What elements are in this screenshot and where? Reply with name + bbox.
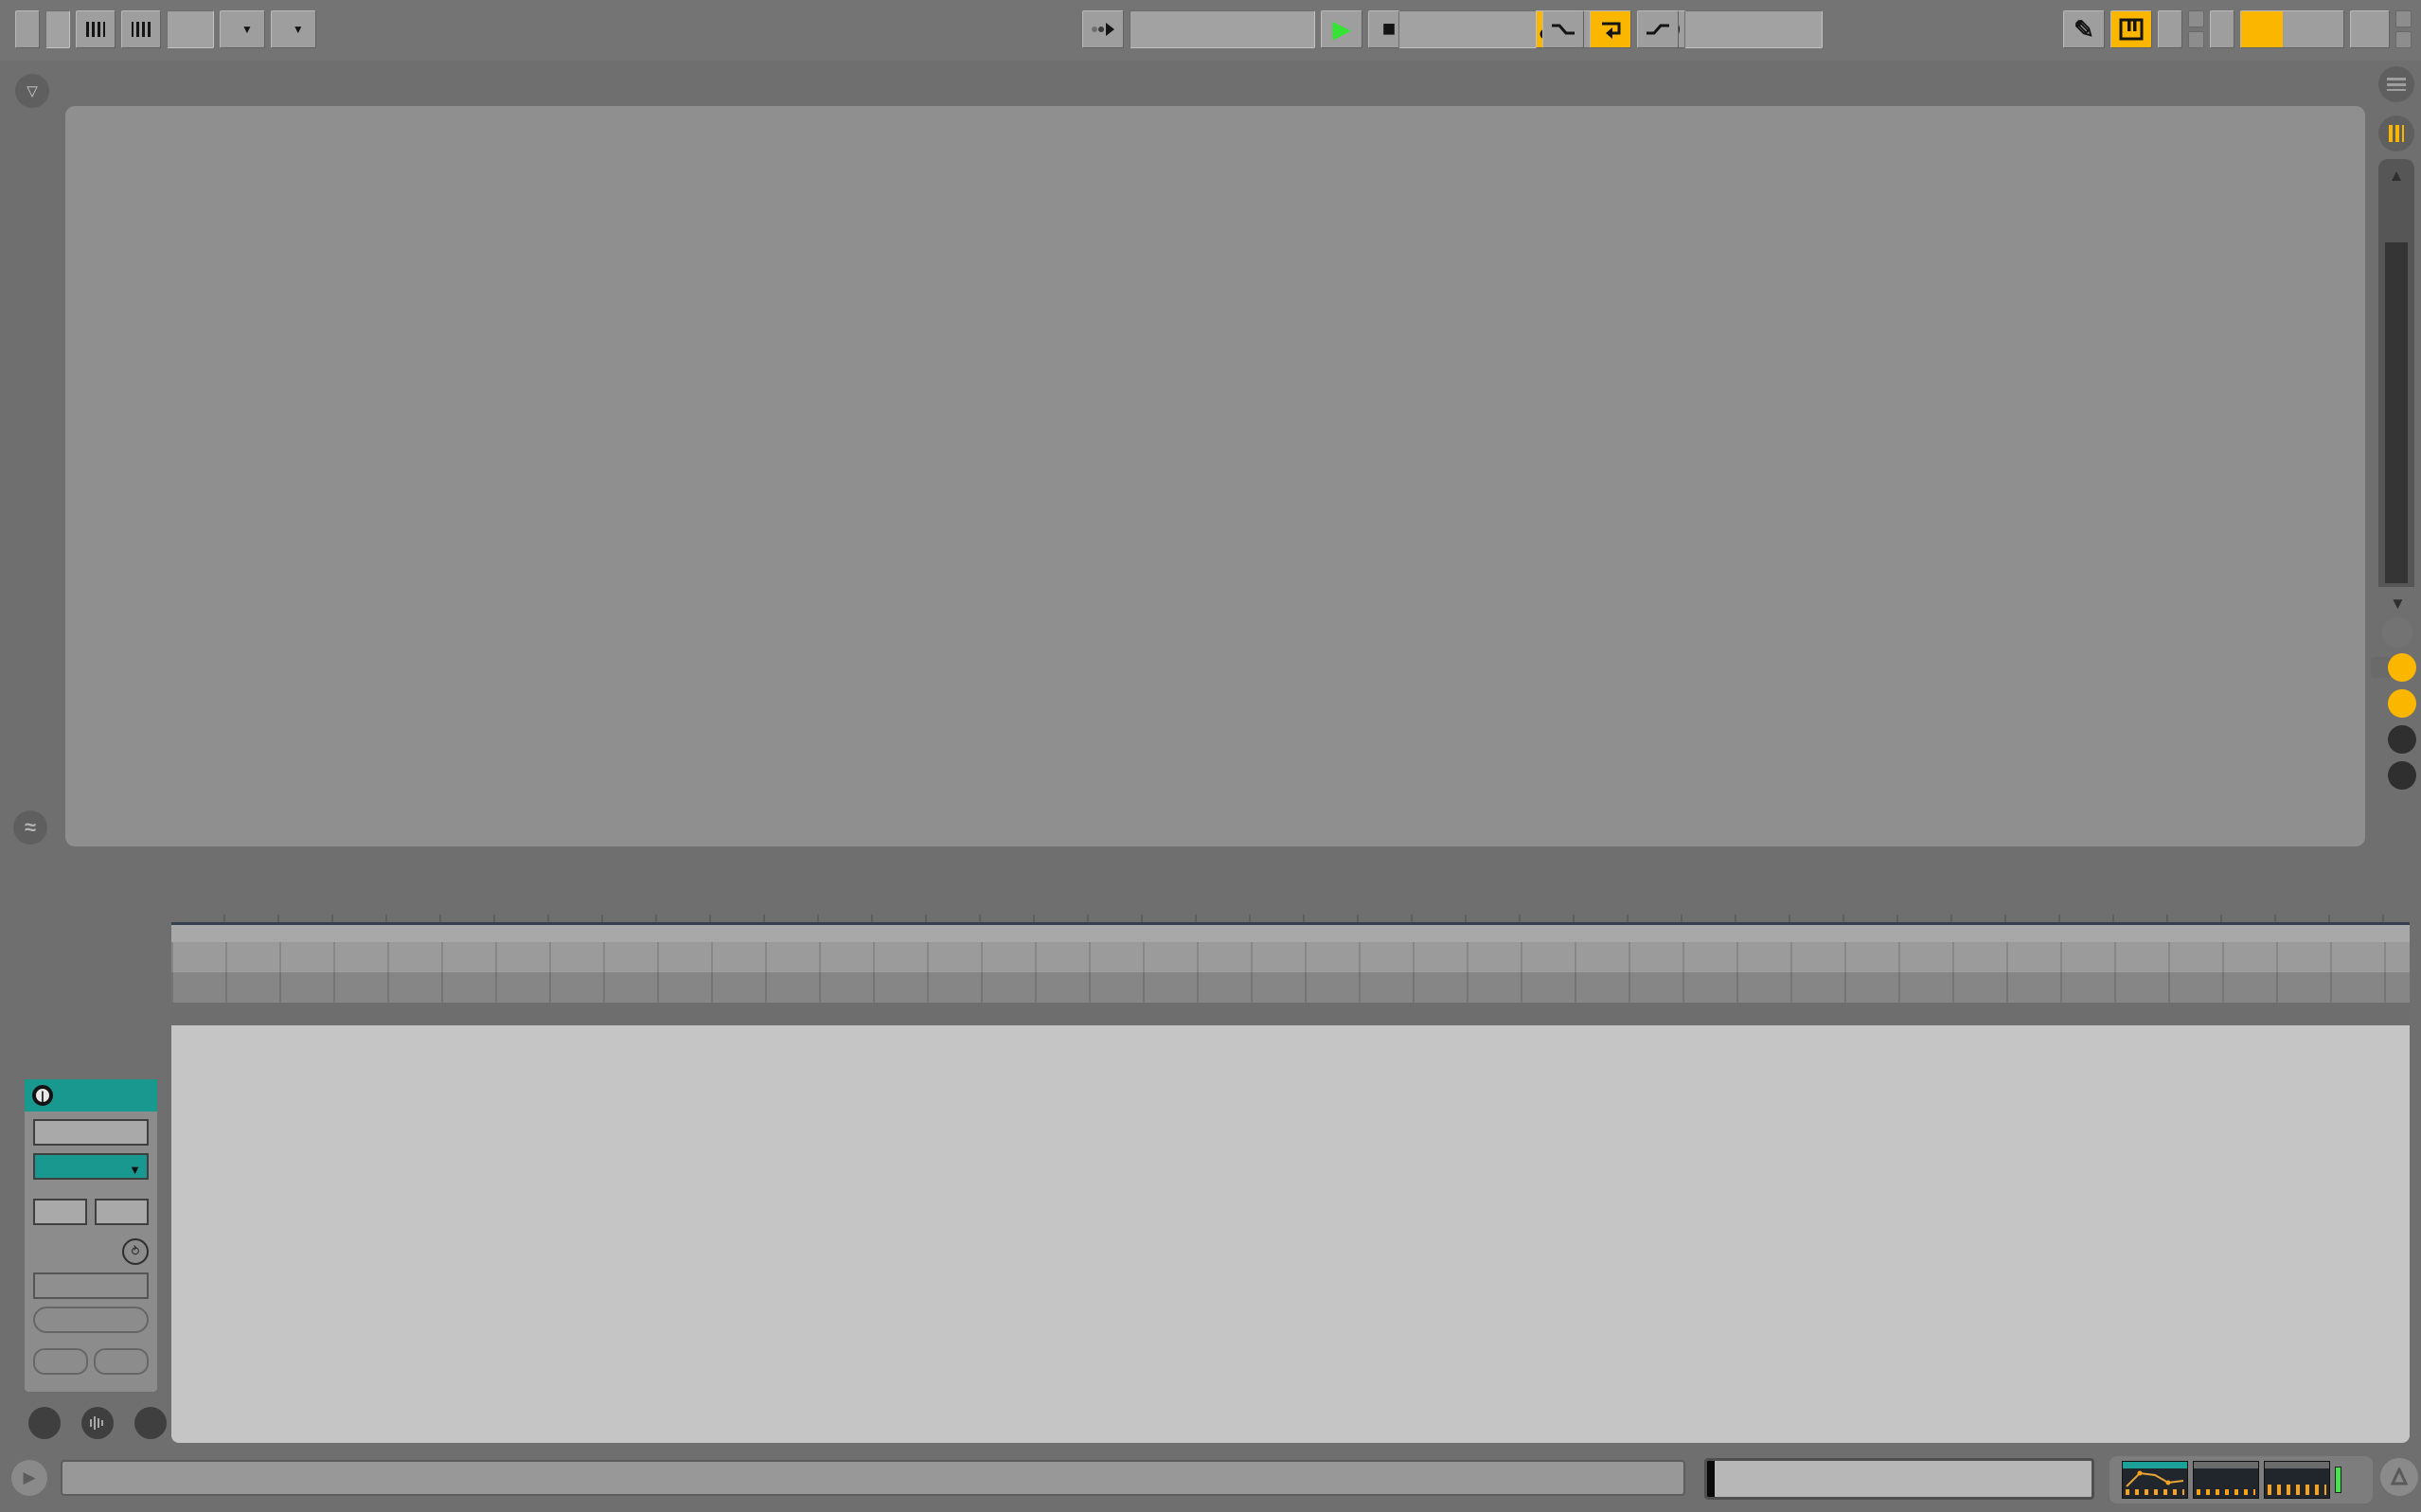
mixer-view-toggle[interactable]	[2378, 116, 2414, 151]
nudge-back-button[interactable]	[33, 1348, 88, 1375]
scroll-up-icon[interactable]: ▲	[2378, 159, 2414, 186]
detail-view-chooser[interactable]	[2380, 1458, 2418, 1496]
time-signature-field[interactable]	[167, 10, 214, 48]
device-thumbnail[interactable]	[2264, 1461, 2330, 1499]
warp-marker-row[interactable]	[171, 1003, 2410, 1025]
beat-time-ruler[interactable]	[171, 881, 2410, 925]
clip-panel: | ▼ ⥁	[25, 1079, 157, 1392]
clip-activator-icon[interactable]: |	[32, 1085, 53, 1106]
hot-swap-groove-icon[interactable]: ⥁	[122, 1238, 149, 1265]
nudge-up-button[interactable]	[121, 10, 161, 48]
groove-label: ⥁	[33, 1238, 149, 1265]
io-section-toggle[interactable]	[2382, 617, 2412, 648]
status-message	[61, 1460, 1685, 1496]
signature-numerator-field[interactable]	[33, 1199, 87, 1225]
device-chain-preview[interactable]	[2109, 1456, 2373, 1503]
tempo-group: ▼ ▼	[15, 9, 316, 49]
signature-denominator-field[interactable]	[95, 1199, 149, 1225]
sample-editor	[171, 881, 2410, 1443]
groove-pool-toggle[interactable]: ≈	[13, 810, 47, 845]
midi-indicators	[2395, 10, 2412, 48]
tempo-field[interactable]	[45, 10, 70, 48]
groove-chooser[interactable]	[33, 1272, 149, 1299]
cpu-meter[interactable]	[2240, 10, 2344, 48]
clip-color-chooser[interactable]: ▼	[33, 1153, 149, 1180]
start-end-marker-row[interactable]	[171, 972, 2410, 1003]
hide-browser-toggle[interactable]: ▽	[15, 74, 49, 108]
clip-name-field[interactable]	[33, 1119, 149, 1146]
disk-overload-indicator[interactable]	[2350, 10, 2390, 48]
mode-group: ✎	[2063, 9, 2412, 49]
mixer-section-toggle[interactable]	[2388, 689, 2416, 718]
scrub-area[interactable]	[171, 925, 2410, 942]
nudge-down-button[interactable]	[76, 10, 116, 48]
commit-groove-button[interactable]	[33, 1307, 149, 1333]
scene-menu-button[interactable]	[2378, 66, 2414, 102]
quantization-menu[interactable]: ▼	[271, 10, 316, 48]
clip-overview[interactable]	[1704, 1458, 2094, 1500]
preview-play-icon[interactable]: ▶	[11, 1460, 47, 1496]
returns-section-toggle[interactable]	[2388, 653, 2416, 682]
waveform-display[interactable]	[171, 1025, 2410, 1443]
clip-panel-header: |	[25, 1079, 157, 1112]
chevron-down-icon: ▼	[129, 1159, 141, 1182]
device-thumbnail[interactable]	[2122, 1461, 2188, 1499]
crossfader-section-toggle[interactable]	[2388, 761, 2416, 790]
chevron-down-icon: ▼	[293, 23, 304, 36]
device-activity-led	[2335, 1467, 2341, 1493]
envelope-box-toggle[interactable]	[134, 1407, 167, 1439]
arrangement-position-field[interactable]	[1130, 10, 1315, 48]
draw-mode-button[interactable]: ✎	[2063, 10, 2105, 48]
loop-length-field[interactable]	[1684, 10, 1823, 48]
chevron-down-icon: ▼	[241, 23, 253, 36]
midi-map-button[interactable]	[2210, 10, 2234, 48]
loop-button[interactable]	[1590, 10, 1631, 48]
punch-in-button[interactable]	[1542, 10, 1584, 48]
follow-button[interactable]	[1082, 10, 1124, 48]
hamburger-icon	[2387, 78, 2406, 91]
sample-box-toggle[interactable]	[81, 1407, 114, 1439]
track-delay-section-toggle[interactable]	[2388, 725, 2416, 754]
key-map-button[interactable]	[2158, 10, 2182, 48]
play-button[interactable]: ▶	[1321, 10, 1362, 48]
overview-selection[interactable]	[1707, 1461, 1715, 1497]
punch-out-button[interactable]	[1637, 10, 1679, 48]
computer-midi-keyboard-button[interactable]	[2110, 10, 2152, 48]
cpu-load-bar	[2241, 11, 2283, 47]
session-grid	[65, 106, 2365, 846]
launch-box-toggle[interactable]	[28, 1407, 61, 1439]
clip-panel-tabs	[28, 1407, 167, 1439]
scene-scrollbar[interactable]: ▲	[2378, 159, 2414, 587]
loop-brace-row[interactable]	[171, 942, 2410, 972]
loop-group	[1398, 9, 1823, 49]
scroll-down-icon[interactable]: ▼	[2390, 595, 2406, 614]
device-thumbnail[interactable]	[2193, 1461, 2259, 1499]
metronome-button[interactable]: ▼	[220, 10, 265, 48]
tap-tempo-button[interactable]	[15, 10, 40, 48]
scrollbar-thumb[interactable]	[2385, 242, 2408, 583]
control-bar: ▼ ▼ ▶ ■ ● + ← O	[0, 0, 2421, 61]
loop-start-field[interactable]	[1398, 10, 1537, 48]
status-bar: ▶	[0, 1450, 2421, 1512]
mixer-bars-icon	[2389, 125, 2404, 142]
key-indicators	[2188, 10, 2204, 48]
nudge-forward-button[interactable]	[94, 1348, 149, 1375]
